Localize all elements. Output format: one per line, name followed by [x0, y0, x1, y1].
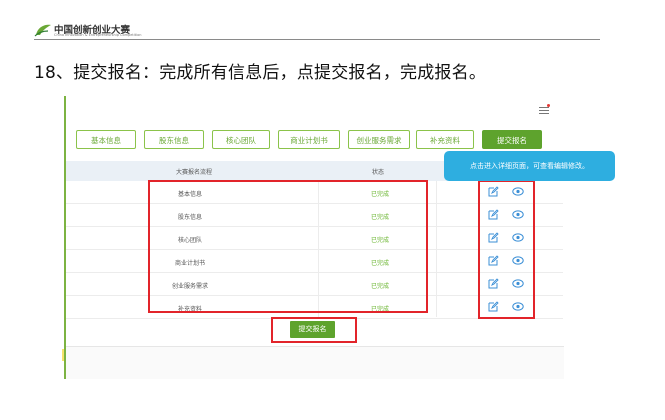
tab-supplementary[interactable]: 补充资料: [416, 130, 474, 149]
header-divider: [34, 39, 600, 40]
tab-basic-info[interactable]: 基本信息: [76, 130, 136, 149]
completed-steps-highlight: [148, 180, 428, 313]
leaf-logo-icon: [34, 24, 51, 37]
logo-subtitle: China Innovation & Entrepreneurship Comp…: [54, 33, 142, 37]
panel-footer-divider: [66, 346, 564, 347]
notification-dot: [547, 104, 550, 107]
competition-logo: 中国创新创业大赛 China Innovation & Entrepreneur…: [34, 20, 154, 40]
menu-icon[interactable]: [539, 107, 549, 115]
tooltip-callout: 点击进入详细页面，可查看编辑修改。: [444, 151, 615, 181]
tab-shareholder-info[interactable]: 股东信息: [144, 130, 204, 149]
tab-service-needs[interactable]: 创业服务需求: [348, 130, 410, 149]
action-icons-highlight: [478, 180, 535, 319]
tab-business-plan[interactable]: 商业计划书: [278, 130, 340, 149]
tab-submit-registration[interactable]: 提交报名: [482, 130, 542, 149]
panel-marker: [62, 349, 64, 361]
panel-footer: [66, 346, 564, 379]
step-heading: 18、提交报名：完成所有信息后，点提交报名，完成报名。: [34, 63, 487, 83]
column-header-process: 大赛报名流程: [176, 169, 213, 176]
tab-core-team[interactable]: 核心团队: [212, 130, 270, 149]
submit-registration-button[interactable]: 提交报名: [290, 321, 335, 338]
column-header-status: 状态: [372, 169, 385, 176]
